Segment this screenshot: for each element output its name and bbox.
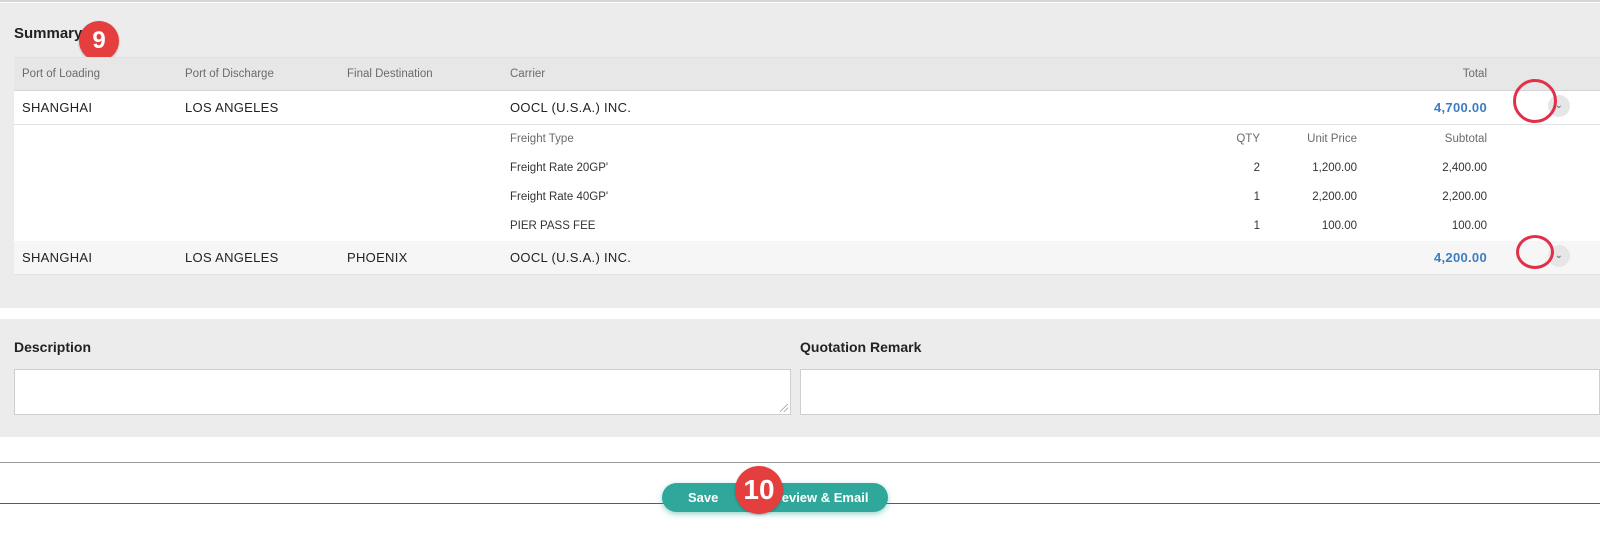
header-port-of-discharge: Port of Discharge — [185, 68, 274, 80]
description-panel: Description Quotation Remark — [0, 319, 1600, 437]
header-qty: QTY — [1236, 133, 1260, 145]
detail-row: Freight Rate 20GP' 2 1,200.00 2,400.00 — [14, 154, 1600, 183]
expand-toggle-button[interactable]: ⌄ — [1548, 245, 1570, 267]
description-textarea[interactable] — [14, 369, 791, 415]
final-destination-value: PHOENIX — [347, 250, 408, 265]
quotation-remark-textarea[interactable] — [800, 369, 1600, 415]
carrier-value: OOCL (U.S.A.) INC. — [510, 100, 632, 115]
footer-divider — [0, 462, 1600, 463]
total-value: 4,700.00 — [1433, 100, 1487, 115]
table-row[interactable]: SHANGHAI LOS ANGELES OOCL (U.S.A.) INC. … — [14, 91, 1600, 125]
subtotal-value: 100.00 — [1451, 220, 1487, 232]
description-label: Description — [14, 339, 92, 355]
header-unit-price: Unit Price — [1307, 133, 1357, 145]
summary-panel: Summary 9 Port of Loading Port of Discha… — [0, 3, 1600, 308]
unit-price-value: 100.00 — [1321, 220, 1357, 232]
qty-value: 2 — [1253, 162, 1260, 174]
header-freight-type: Freight Type — [510, 133, 574, 145]
unit-price-value: 2,200.00 — [1312, 191, 1357, 203]
total-value: 4,200.00 — [1433, 250, 1487, 265]
header-final-destination: Final Destination — [347, 68, 433, 80]
detail-row: Freight Rate 40GP' 1 2,200.00 2,200.00 — [14, 183, 1600, 212]
detail-row: PIER PASS FEE 1 100.00 100.00 — [14, 212, 1600, 241]
save-button[interactable]: Save — [688, 483, 718, 512]
subtotal-value: 2,400.00 — [1442, 162, 1487, 174]
header-carrier: Carrier — [510, 68, 546, 80]
resize-grip-icon[interactable] — [780, 404, 788, 412]
chevron-down-icon: ⌄ — [1554, 100, 1564, 111]
step-badge-9: 9 — [79, 21, 119, 61]
detail-header-row: Freight Type QTY Unit Price Subtotal — [14, 125, 1600, 154]
port-of-discharge-value: LOS ANGELES — [185, 100, 279, 115]
qty-value: 1 — [1253, 220, 1260, 232]
chevron-down-icon: ⌄ — [1554, 250, 1564, 261]
freight-type-value: Freight Rate 40GP' — [510, 191, 609, 203]
table-header: Port of Loading Port of Discharge Final … — [14, 57, 1600, 91]
port-of-loading-value: SHANGHAI — [22, 100, 93, 115]
freight-type-value: Freight Rate 20GP' — [510, 162, 609, 174]
table-row[interactable]: SHANGHAI LOS ANGELES PHOENIX OOCL (U.S.A… — [14, 241, 1600, 275]
summary-table: Port of Loading Port of Discharge Final … — [14, 57, 1600, 275]
port-of-loading-value: SHANGHAI — [22, 250, 93, 265]
expand-toggle-button[interactable]: ⌄ — [1548, 95, 1570, 117]
qty-value: 1 — [1253, 191, 1260, 203]
port-of-discharge-value: LOS ANGELES — [185, 250, 279, 265]
header-total: Total — [1462, 68, 1487, 80]
freight-type-value: PIER PASS FEE — [510, 220, 596, 232]
carrier-value: OOCL (U.S.A.) INC. — [510, 250, 632, 265]
summary-title: Summary — [14, 25, 83, 42]
freight-detail-panel: Freight Type QTY Unit Price Subtotal Fre… — [14, 125, 1600, 241]
preview-email-button[interactable]: Preview & Email — [768, 483, 868, 512]
top-divider — [0, 0, 1600, 2]
quotation-remark-label: Quotation Remark — [800, 339, 922, 355]
header-subtotal: Subtotal — [1444, 133, 1487, 145]
header-port-of-loading: Port of Loading — [22, 68, 101, 80]
unit-price-value: 1,200.00 — [1312, 162, 1357, 174]
subtotal-value: 2,200.00 — [1442, 191, 1487, 203]
step-badge-10: 10 — [735, 466, 783, 514]
